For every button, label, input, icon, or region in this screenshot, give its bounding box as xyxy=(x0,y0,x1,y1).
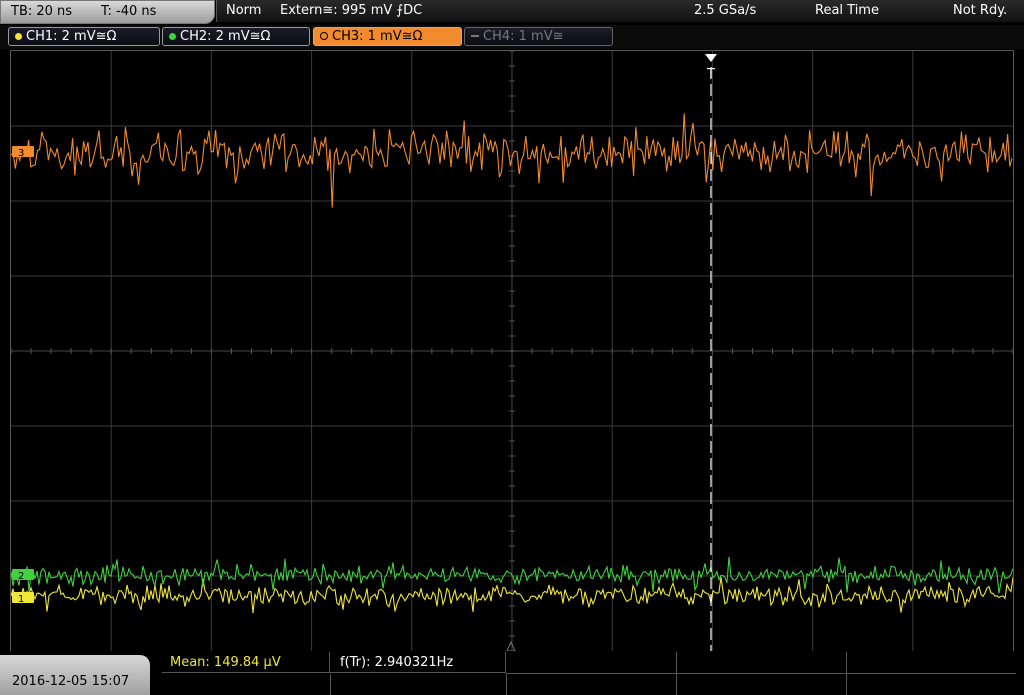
ch4-label: CH4: 1 mV≅ xyxy=(483,29,564,44)
channel-bar: CH1: 2 mV≅Ω CH2: 2 mV≅Ω CH3: 1 mV≅Ω CH4:… xyxy=(0,25,1024,49)
measurement-mean[interactable]: Mean: 149.84 μV xyxy=(162,652,330,673)
ch2-label: CH2: 2 mV≅Ω xyxy=(180,29,271,44)
trigger-marker-label: T xyxy=(706,67,715,82)
ch1-offset-label: 1 xyxy=(18,594,24,605)
measurement-slot-6[interactable] xyxy=(162,674,331,695)
top-status-bar: TB: 20 ns T: -40 ns Norm Extern≅: 995 mV… xyxy=(0,0,1024,24)
ch3-indicator-icon xyxy=(320,32,328,40)
waveform-display[interactable]: T 3 2 1 xyxy=(10,50,1014,652)
timebase-label: TB: 20 ns xyxy=(11,4,73,19)
ch3-label: CH3: 1 mV≅Ω xyxy=(332,29,423,44)
sample-rate-label: 2.5 GSa/s xyxy=(694,3,757,18)
measurement-frequency[interactable]: f(Tr): 2.940321Hz xyxy=(330,652,506,673)
measurement-slot-7[interactable] xyxy=(330,674,507,695)
trigger-source-label: Extern≅: 995 mV ⨍DC xyxy=(280,3,423,18)
trigger-offset-label: T: -40 ns xyxy=(101,4,157,19)
acquisition-status-label: Not Rdy. xyxy=(953,3,1008,18)
measurement-slot-5[interactable] xyxy=(846,652,1016,674)
trigger-panel[interactable]: Norm Extern≅: 995 mV ⨍DC 2.5 GSa/s Real … xyxy=(216,0,1024,22)
frequency-value: f(Tr): 2.940321Hz xyxy=(340,655,454,670)
graticule xyxy=(10,50,1014,652)
ch3-offset-label: 3 xyxy=(18,148,24,159)
ch2-button[interactable]: CH2: 2 mV≅Ω xyxy=(162,27,310,46)
trigger-mode-label: Norm xyxy=(226,3,262,18)
ch1-indicator-icon xyxy=(15,32,22,40)
ch1-label: CH1: 2 mV≅Ω xyxy=(26,29,117,44)
timebase-panel[interactable]: TB: 20 ns T: -40 ns xyxy=(0,0,215,24)
measurement-slot-4[interactable] xyxy=(676,652,847,674)
datetime-label: 2016-12-05 15:07 xyxy=(12,674,130,689)
mean-value: Mean: 149.84 μV xyxy=(170,655,281,670)
ch3-button[interactable]: CH3: 1 mV≅Ω xyxy=(313,27,462,46)
ch1-button[interactable]: CH1: 2 mV≅Ω xyxy=(8,27,160,46)
trigger-arrow-icon xyxy=(705,54,717,62)
measurement-slot-10[interactable] xyxy=(846,674,1016,695)
datetime-panel: 2016-12-05 15:07 xyxy=(0,655,150,695)
ch2-indicator-icon xyxy=(169,32,176,40)
ch4-button[interactable]: CH4: 1 mV≅ xyxy=(464,27,613,46)
ch4-indicator-icon xyxy=(471,35,479,37)
acquisition-mode-label: Real Time xyxy=(815,3,879,18)
measurement-slot-9[interactable] xyxy=(676,674,847,695)
ch2-offset-label: 2 xyxy=(18,571,24,582)
waveform-svg: T 3 2 1 xyxy=(10,50,1014,652)
horizontal-position-marker-icon xyxy=(506,640,516,652)
measurement-slot-3[interactable] xyxy=(506,652,677,674)
measurement-slot-8[interactable] xyxy=(506,674,677,695)
